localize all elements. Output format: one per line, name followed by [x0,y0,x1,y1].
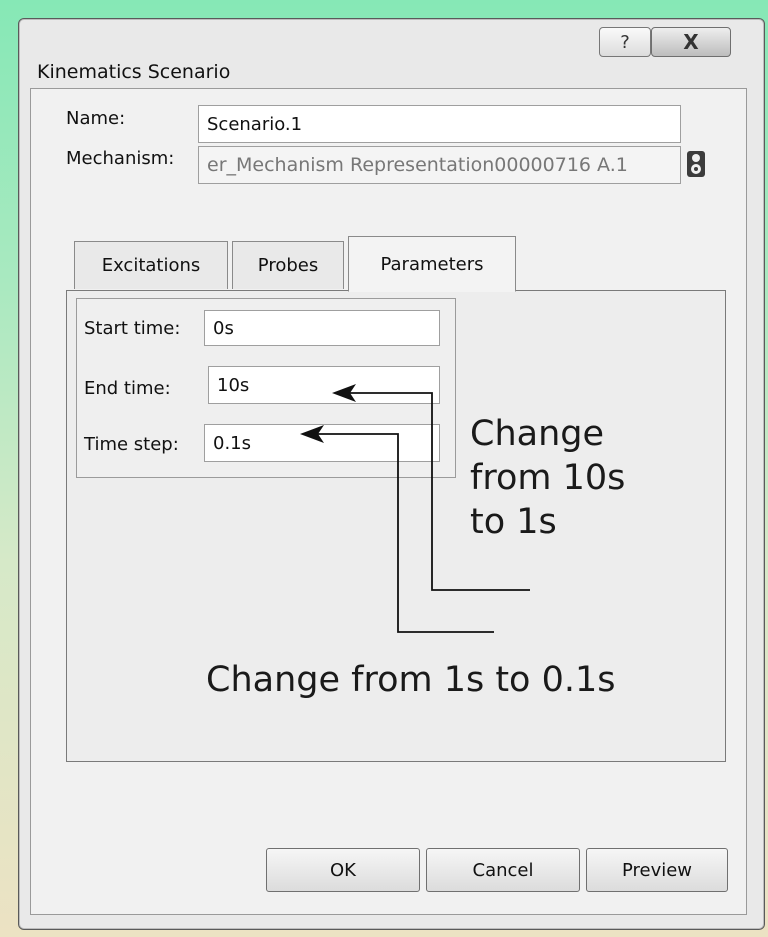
tab-parameters[interactable]: Parameters [348,236,516,292]
mechanism-label: Mechanism: [66,148,175,169]
start-time-label: Start time: [84,318,181,339]
end-time-annotation-line-3: to 1s [470,502,557,542]
name-field[interactable]: Scenario.1 [198,105,681,143]
end-time-annotation-line-2: from 10s [470,458,626,498]
end-time-field[interactable]: 10s [208,366,440,404]
name-label: Name: [66,108,126,129]
end-time-label: End time: [84,378,171,399]
time-step-value: 0.1s [213,432,252,454]
tab-excitations[interactable]: Excitations [74,241,228,289]
time-step-field[interactable]: 0.1s [204,424,440,462]
tab-excitations-label: Excitations [101,255,201,276]
mechanism-icon[interactable] [684,150,708,178]
mechanism-value: er_Mechanism Representation00000716 A.1 [207,154,628,176]
tab-parameters-label: Parameters [380,253,484,275]
tab-probes[interactable]: Probes [232,241,344,289]
title-bar: Kinematics Scenario ? X [19,19,764,89]
start-time-field[interactable]: 0s [204,310,440,346]
dialog-title: Kinematics Scenario [37,61,231,83]
preview-button-label: Preview [621,859,693,881]
preview-button[interactable]: Preview [586,848,728,892]
time-step-annotation: Change from 1s to 0.1s [206,660,616,700]
name-value: Scenario.1 [207,113,303,135]
cancel-button[interactable]: Cancel [426,848,580,892]
tab-probes-label: Probes [257,255,319,276]
close-button[interactable]: X [651,27,731,57]
cancel-button-label: Cancel [472,859,534,881]
ok-button[interactable]: OK [266,848,420,892]
help-icon: ? [620,31,630,53]
mechanism-field[interactable]: er_Mechanism Representation00000716 A.1 [198,146,681,184]
ok-button-label: OK [330,859,356,881]
end-time-value: 10s [217,374,250,396]
time-step-label: Time step: [84,434,179,455]
end-time-annotation: Change from 10s to 1s [470,412,625,544]
start-time-value: 0s [213,317,234,339]
help-button[interactable]: ? [599,27,651,57]
close-icon: X [683,30,699,54]
end-time-annotation-line-1: Change [470,414,605,454]
